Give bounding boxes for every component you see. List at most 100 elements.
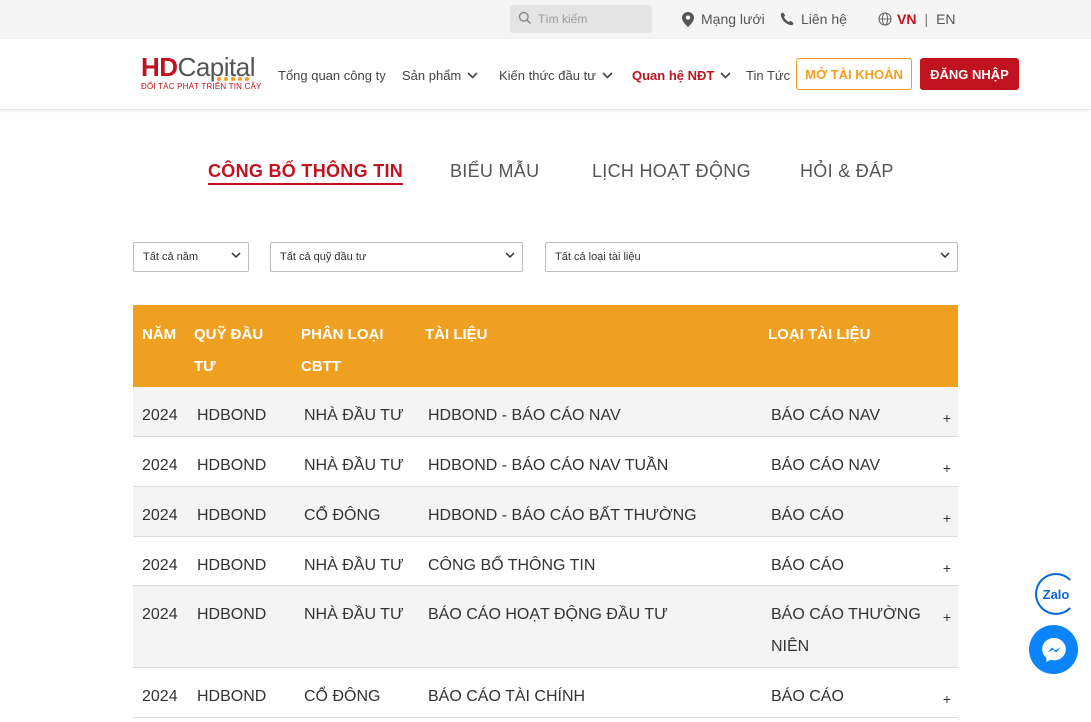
- phone-icon: [780, 12, 794, 26]
- cell-doctype-line1: BÁO CÁO: [771, 507, 844, 524]
- lang-en[interactable]: EN: [936, 11, 955, 27]
- messenger-icon: [1041, 637, 1066, 662]
- cell-doctype: BÁO CÁO: [771, 681, 844, 713]
- open-account-button[interactable]: MỞ TÀI KHOẢN: [796, 58, 912, 90]
- contact-link[interactable]: Liên hệ: [780, 11, 847, 27]
- chevron-down-icon: [940, 252, 950, 259]
- expand-icon[interactable]: +: [943, 452, 951, 484]
- search-input[interactable]: [538, 9, 646, 29]
- expand-icon[interactable]: +: [943, 502, 951, 534]
- tab-information-disclosure[interactable]: CÔNG BỐ THÔNG TIN: [208, 161, 404, 185]
- cell-year: 2024: [142, 557, 178, 574]
- lang-separator: |: [924, 11, 929, 27]
- zalo-chat-button[interactable]: Zalo: [1035, 573, 1077, 615]
- cell-doctype-line2: NIÊN: [771, 638, 810, 655]
- table-row[interactable]: 2024 HDBOND NHÀ ĐẦU TƯ HDBOND - BÁO CÁO …: [133, 387, 958, 437]
- cell-doctype-line1: BÁO CÁO NAV: [771, 407, 881, 424]
- chevron-down-icon: [505, 252, 515, 259]
- header-fund: QUỸ ĐẦU TƯ: [194, 319, 263, 383]
- tab-forms[interactable]: BIỂU MẪU: [450, 161, 539, 182]
- chevron-down-icon: [231, 252, 241, 259]
- cell-document[interactable]: BÁO CÁO TÀI CHÍNH: [428, 681, 585, 713]
- header-fund-line1: QUỸ ĐẦU: [194, 326, 264, 343]
- main-header: HDCapital ĐỐI TÁC PHÁT TRIỂN TIN CẬY Tổn…: [0, 39, 1091, 110]
- cell-doctype-line1: BÁO CÁO THƯỜNG: [771, 606, 921, 623]
- header-category-line2: CBTT: [301, 358, 341, 375]
- cell-year: 2024: [142, 457, 178, 474]
- cell-year: 2024: [142, 507, 178, 524]
- tab-activity-schedule[interactable]: LỊCH HOẠT ĐỘNG: [592, 161, 751, 182]
- top-utility-bar: Mạng lưới Liên hệ VN | EN: [0, 0, 1091, 39]
- fund-select-value: Tất cả quỹ đầu tư: [280, 251, 367, 263]
- nav-label: Tin Tức: [746, 68, 791, 83]
- header-doctype: LOẠI TÀI LIỆU: [768, 326, 871, 343]
- cell-fund: HDBOND: [197, 557, 267, 574]
- messenger-chat-button[interactable]: [1029, 625, 1078, 674]
- logo-hd: HD: [141, 52, 178, 82]
- network-link[interactable]: Mạng lưới: [682, 11, 765, 27]
- logo-tagline: ĐỐI TÁC PHÁT TRIỂN TIN CẬY: [141, 82, 262, 91]
- table-row[interactable]: 2024 HDBOND CỔ ĐÔNG BÁO CÁO TÀI CHÍNH BÁ…: [133, 668, 958, 718]
- cell-doctype-line1: BÁO CÁO NAV: [771, 457, 881, 474]
- expand-icon[interactable]: +: [943, 683, 951, 715]
- header-category: PHÂN LOẠI CBTT: [301, 319, 384, 383]
- table-row[interactable]: 2024 HDBOND NHÀ ĐẦU TƯ BÁO CÁO HOẠT ĐỘNG…: [133, 586, 958, 668]
- cell-doctype: BÁO CÁO: [771, 550, 844, 582]
- cell-doctype: BÁO CÁO: [771, 500, 844, 532]
- nav-label: Kiến thức đầu tư: [499, 68, 596, 83]
- contact-label: Liên hệ: [801, 11, 847, 27]
- nav-products[interactable]: Sản phẩm: [402, 68, 478, 83]
- header-fund-line2: TƯ: [194, 358, 216, 375]
- search-icon: [518, 11, 532, 25]
- cell-year: 2024: [142, 407, 178, 424]
- cell-document[interactable]: HDBOND - BÁO CÁO NAV: [428, 400, 621, 432]
- cell-category: NHÀ ĐẦU TƯ: [304, 557, 404, 574]
- cell-fund: HDBOND: [197, 606, 267, 623]
- cell-category: NHÀ ĐẦU TƯ: [304, 457, 404, 474]
- expand-icon[interactable]: +: [943, 601, 951, 633]
- expand-icon[interactable]: +: [943, 552, 951, 584]
- zalo-label: Zalo: [1042, 586, 1070, 602]
- expand-icon[interactable]: +: [943, 402, 951, 434]
- cell-doctype-line1: BÁO CÁO: [771, 557, 844, 574]
- login-button[interactable]: ĐĂNG NHẬP: [920, 58, 1019, 90]
- chevron-down-icon: [720, 72, 731, 79]
- cell-document[interactable]: BÁO CÁO HOẠT ĐỘNG ĐẦU TƯ: [428, 599, 668, 631]
- nav-news[interactable]: Tin Tức: [746, 68, 790, 83]
- header-document: TÀI LIỆU: [425, 326, 488, 343]
- search-box[interactable]: [510, 5, 652, 33]
- documents-table: NĂM QUỸ ĐẦU TƯ PHÂN LOẠI CBTT TÀI LIỆU L…: [133, 305, 958, 718]
- cell-document[interactable]: CÔNG BỐ THÔNG TIN: [428, 550, 595, 582]
- table-row[interactable]: 2024 HDBOND NHÀ ĐẦU TƯ CÔNG BỐ THÔNG TIN…: [133, 537, 958, 586]
- cell-fund: HDBOND: [197, 507, 267, 524]
- nav-investment-knowledge[interactable]: Kiến thức đầu tư: [499, 68, 613, 83]
- cell-fund: HDBOND: [197, 688, 267, 705]
- year-select[interactable]: Tất cả năm: [133, 242, 249, 272]
- doctype-select[interactable]: Tất cả loại tài liệu: [545, 242, 958, 272]
- nav-investor-relations[interactable]: Quan hệ NĐT: [632, 68, 731, 83]
- logo[interactable]: HDCapital ĐỐI TÁC PHÁT TRIỂN TIN CẬY: [141, 53, 262, 91]
- nav-label: Tổng quan công ty: [278, 68, 386, 83]
- tab-faq[interactable]: HỎI & ĐÁP: [800, 161, 894, 182]
- nav-company-overview[interactable]: Tổng quan công ty: [278, 68, 386, 83]
- header-year: NĂM: [142, 326, 177, 343]
- language-switcher: VN | EN: [878, 11, 956, 27]
- cell-document[interactable]: HDBOND - BÁO CÁO NAV TUẦN: [428, 450, 668, 482]
- lang-vn[interactable]: VN: [897, 11, 916, 27]
- cell-category: NHÀ ĐẦU TƯ: [304, 606, 404, 623]
- location-pin-icon: [682, 11, 694, 27]
- cell-fund: HDBOND: [197, 457, 267, 474]
- cell-category: CỔ ĐÔNG: [304, 507, 381, 524]
- nav-label: Quan hệ NĐT: [632, 68, 715, 83]
- chevron-down-icon: [602, 72, 613, 79]
- table-row[interactable]: 2024 HDBOND NHÀ ĐẦU TƯ HDBOND - BÁO CÁO …: [133, 437, 958, 487]
- year-select-value: Tất cả năm: [143, 251, 199, 263]
- cell-fund: HDBOND: [197, 407, 267, 424]
- cell-year: 2024: [142, 606, 178, 623]
- doctype-select-value: Tất cả loại tài liệu: [555, 251, 641, 263]
- cell-doctype-line1: BÁO CÁO: [771, 688, 844, 705]
- fund-select[interactable]: Tất cả quỹ đầu tư: [270, 242, 523, 272]
- table-row[interactable]: 2024 HDBOND CỔ ĐÔNG HDBOND - BÁO CÁO BẤT…: [133, 487, 958, 537]
- cell-document[interactable]: HDBOND - BÁO CÁO BẤT THƯỜNG: [428, 500, 697, 532]
- cell-doctype: BÁO CÁO NAV: [771, 450, 880, 482]
